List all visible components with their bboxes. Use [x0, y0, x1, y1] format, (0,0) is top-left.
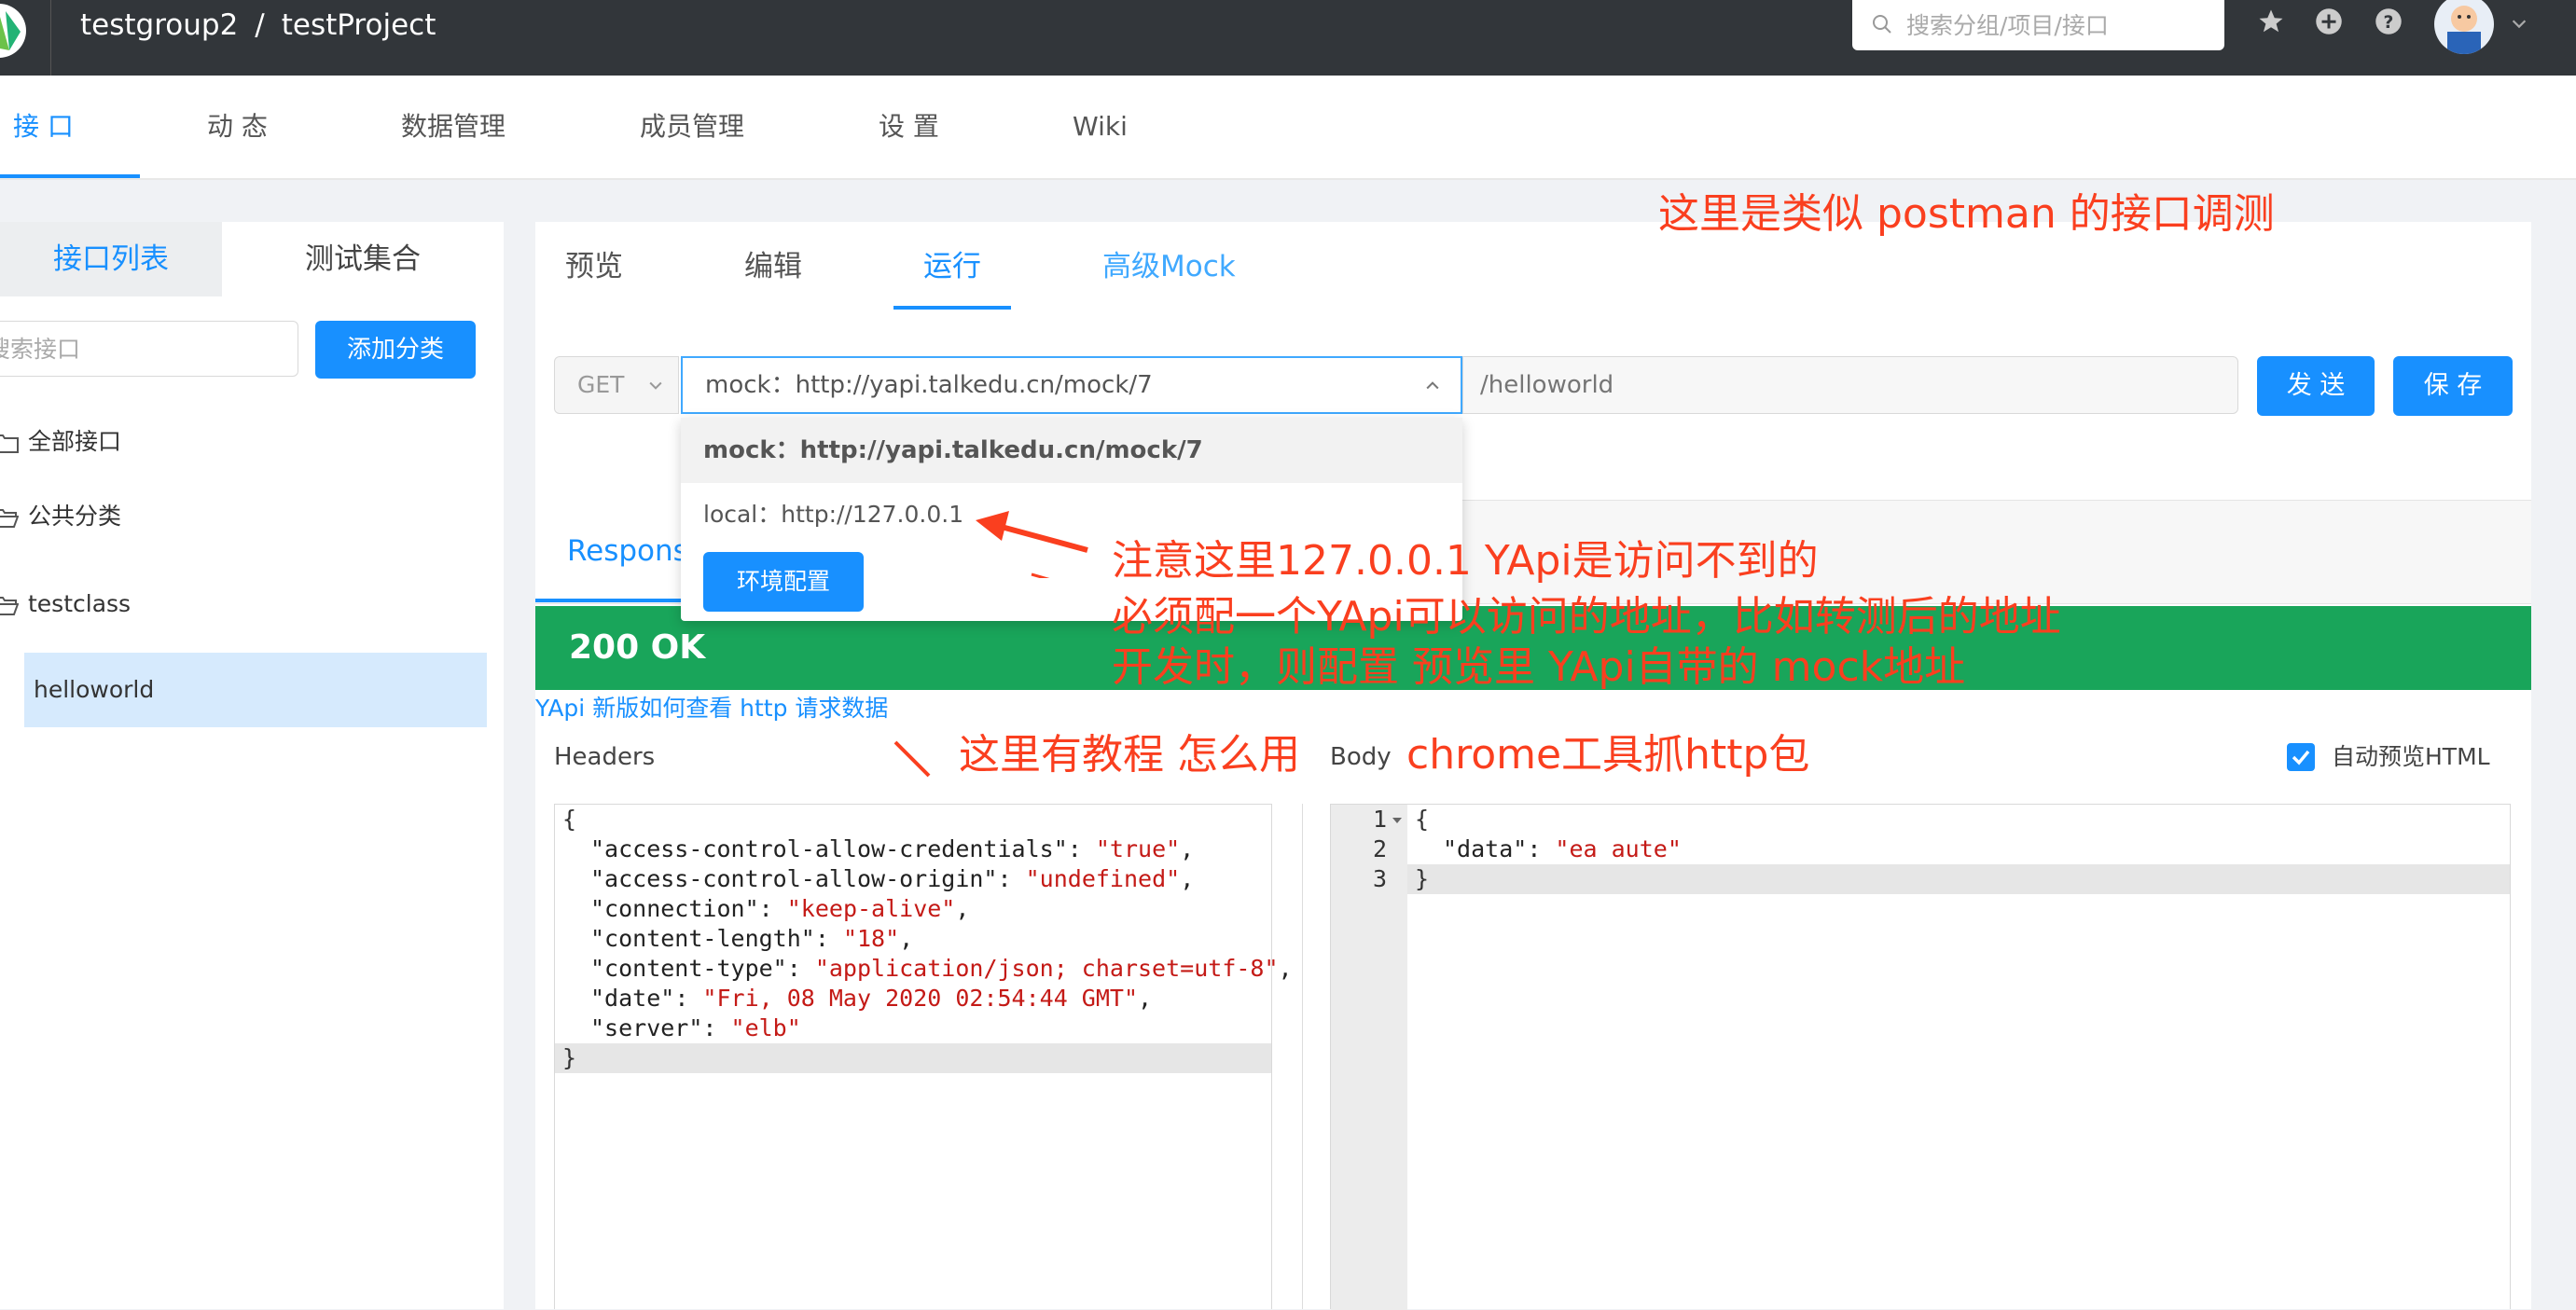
method-select[interactable]: GET	[554, 356, 679, 414]
header-line: "access-control-allow-origin": "undefine…	[590, 865, 1195, 892]
pane-divider[interactable]	[1302, 804, 1303, 1309]
auto-preview-checkbox[interactable]	[2287, 743, 2315, 771]
annotation-postman-note: 这里是类似 postman 的接口调测	[1658, 190, 2275, 238]
headers-code-editor[interactable]: { "access-control-allow-credentials": "t…	[554, 804, 1293, 1309]
question-circle-icon[interactable]: ?	[2375, 7, 2403, 39]
tab-member-management[interactable]: 成员管理	[640, 76, 744, 178]
chevron-down-icon	[649, 381, 662, 390]
line-number: 1	[1372, 806, 1387, 833]
active-tab-indicator	[893, 306, 1011, 310]
annotation-warning-line1: 注意这里127.0.0.1 YApi是访问不到的	[1112, 537, 1819, 585]
tab-wiki[interactable]: Wiki	[1073, 76, 1128, 178]
interface-search-field[interactable]	[0, 321, 298, 377]
tab-edit[interactable]: 编辑	[744, 222, 802, 311]
tab-interface-list[interactable]: 接口列表	[0, 222, 222, 296]
plus-circle-icon[interactable]	[2315, 7, 2343, 39]
tab-activity[interactable]: 动 态	[207, 76, 268, 178]
active-line-highlight	[555, 1043, 1271, 1073]
chevron-down-icon[interactable]	[2509, 13, 2529, 37]
code-brace-open: {	[562, 806, 577, 833]
request-path-input[interactable]	[1463, 357, 2191, 413]
environment-select[interactable]: mock：http://yapi.talkedu.cn/mock/7	[681, 356, 1462, 414]
annotation-tutorial-note: 这里有教程 怎么用	[959, 731, 1300, 779]
header-line: "date": "Fri, 08 May 2020 02:54:44 GMT",	[590, 985, 1153, 1012]
breadcrumb-group[interactable]: testgroup2	[80, 8, 238, 42]
folder-open-icon	[0, 597, 20, 615]
annotation-chrome-note: chrome工具抓http包	[1406, 731, 1810, 779]
code-brace-close: }	[1415, 865, 1430, 892]
active-line-highlight	[1407, 864, 2510, 894]
interface-sidebar	[0, 222, 504, 1309]
tab-response-label: Respons	[567, 534, 688, 568]
header-line: "server": "elb"	[590, 1014, 801, 1041]
line-number: 2	[1372, 835, 1387, 862]
env-option-mock[interactable]: mock：http://yapi.talkedu.cn/mock/7	[681, 418, 1462, 483]
save-button[interactable]: 保 存	[2393, 356, 2513, 416]
tab-interface[interactable]: 接 口	[13, 76, 74, 178]
tab-advanced-mock[interactable]: 高级Mock	[1102, 222, 1236, 311]
body-label: Body	[1330, 743, 1392, 771]
doc-link[interactable]: YApi 新版如何查看 http 请求数据	[535, 690, 888, 727]
tab-interface-list-label: 接口列表	[53, 242, 169, 276]
env-option-local[interactable]: local：http://127.0.0.1	[703, 496, 963, 533]
tab-test-collection-label: 测试集合	[305, 242, 421, 276]
tree-item-public-category[interactable]: 公共分类	[0, 489, 121, 545]
tab-preview[interactable]: 预览	[565, 222, 623, 311]
method-value: GET	[577, 371, 625, 398]
tree-item-all-interfaces[interactable]: 全部接口	[0, 414, 121, 470]
tree-item-label: testclass	[28, 590, 132, 617]
breadcrumb-project[interactable]: testProject	[282, 8, 436, 42]
interface-search-input[interactable]	[0, 322, 269, 376]
code-brace-close: }	[562, 1044, 577, 1071]
global-search-input[interactable]	[1904, 8, 2207, 42]
annotation-arrow-left-icon	[976, 511, 1088, 578]
headers-label: Headers	[554, 743, 656, 771]
navbar-divider	[50, 0, 51, 76]
project-tabs-bar: 接 口 动 态 数据管理 成员管理 设 置 Wiki	[0, 76, 2576, 180]
add-category-button[interactable]: 添加分类	[315, 321, 476, 379]
body-line: "data": "ea aute"	[1443, 835, 1682, 862]
breadcrumb: testgroup2 / testProject	[80, 0, 436, 50]
global-search[interactable]	[1852, 0, 2224, 50]
header-line: "access-control-allow-credentials": "tru…	[590, 835, 1195, 862]
header-line: "content-length": "18",	[590, 925, 914, 952]
header-line: "content-type": "application/json; chars…	[590, 955, 1293, 982]
active-tab-indicator	[0, 174, 140, 178]
tab-data-management[interactable]: 数据管理	[401, 76, 506, 178]
folder-open-icon	[0, 509, 20, 528]
tab-run[interactable]: 运行	[923, 222, 981, 311]
line-number: 3	[1372, 865, 1387, 892]
env-config-button[interactable]: 环境配置	[703, 552, 864, 612]
interface-item-helloworld[interactable]: helloworld	[24, 653, 487, 727]
auto-preview-label[interactable]: 自动预览HTML	[2332, 738, 2490, 776]
tab-settings[interactable]: 设 置	[879, 76, 939, 178]
annotation-warning-line2: 必须配一个YApi可以访问的地址，比如转测后的地址	[1112, 593, 2061, 641]
header-line: "connection": "keep-alive",	[590, 895, 970, 922]
tree-item-label: 全部接口	[28, 428, 122, 455]
tree-item-testclass[interactable]: testclass	[0, 576, 131, 632]
body-code-editor[interactable]: 1 2 3 { "data": "ea aute" }	[1330, 804, 2511, 1310]
code-brace-open: {	[1415, 806, 1430, 833]
check-icon	[2292, 750, 2310, 765]
breadcrumb-separator: /	[255, 8, 265, 42]
tree-item-label: 公共分类	[28, 503, 122, 530]
svg-text:?: ?	[2384, 13, 2394, 33]
environment-value: mock：http://yapi.talkedu.cn/mock/7	[705, 371, 1153, 399]
annotation-stroke-icon	[893, 740, 931, 778]
folder-icon	[0, 434, 19, 453]
chevron-up-icon	[1426, 381, 1439, 390]
request-path-field[interactable]	[1462, 356, 2238, 414]
annotation-warning-line3: 开发时，则配置 预览里 YApi自带的 mock地址	[1112, 643, 1966, 691]
fold-arrow-icon[interactable]	[1391, 814, 1404, 827]
star-icon[interactable]	[2257, 7, 2285, 39]
tab-test-collection[interactable]: 测试集合	[222, 222, 504, 296]
send-button[interactable]: 发 送	[2257, 356, 2375, 416]
search-icon	[1873, 15, 1891, 34]
